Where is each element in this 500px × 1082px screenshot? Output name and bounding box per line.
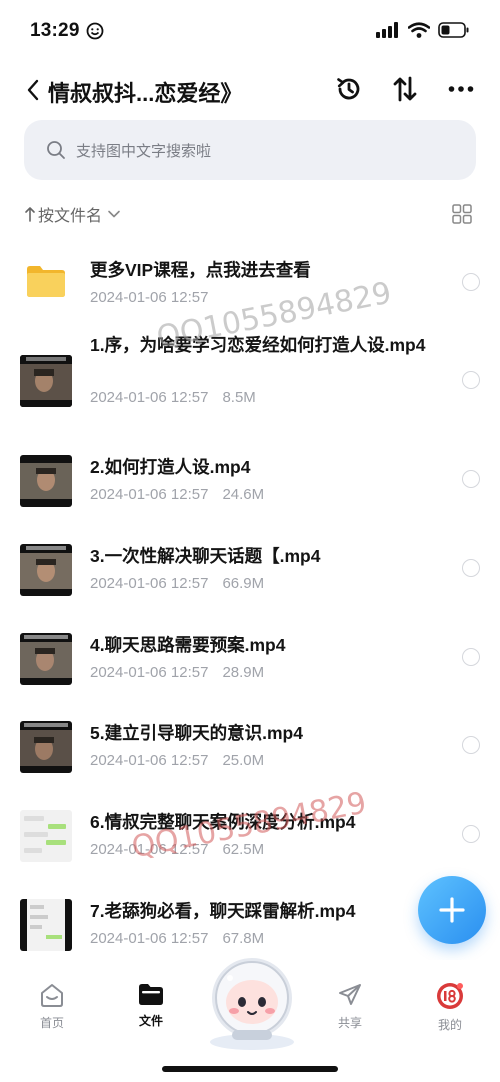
video-thumbnail [20, 354, 72, 407]
file-name: 7.老舔狗必看，聊天踩雷解析.mp4 [90, 900, 356, 921]
chevron-down-icon [108, 210, 120, 218]
file-size: 66.9M [222, 575, 265, 593]
tab-share[interactable]: 共享 [320, 982, 380, 1031]
history-button[interactable] [334, 74, 364, 104]
file-date: 2024-01-06 12:57 [90, 388, 209, 406]
signal-icon [376, 22, 398, 38]
file-name: 6.情叔完整聊天案例深度分析.mp4 [90, 812, 356, 833]
select-checkbox[interactable] [462, 736, 480, 755]
file-date: 2024-01-06 12:57 [90, 486, 209, 504]
file-meta: 2024-01-06 12:57 24.6M [90, 486, 264, 503]
tab-profile[interactable]: 我的 [420, 982, 480, 1033]
tab-label: 共享 [337, 1016, 362, 1030]
chat-screenshot-thumbnail [20, 810, 72, 863]
astronaut-mascot-icon [210, 958, 294, 1050]
list-item[interactable]: 6.情叔完整聊天案例深度分析.mp4 2024-01-06 12:57 62.5M [0, 788, 500, 877]
smiley-icon [86, 22, 104, 40]
list-item[interactable]: 2.如何打造人设.mp4 2024-01-06 12:57 24.6M [0, 433, 500, 522]
select-checkbox[interactable] [462, 647, 480, 666]
select-checkbox[interactable] [462, 273, 480, 291]
file-size: 24.6M [222, 486, 265, 504]
file-meta: 2024-01-06 12:57 [90, 289, 208, 306]
file-meta: 2024-01-06 12:57 67.8M [90, 930, 264, 947]
select-checkbox[interactable] [462, 559, 480, 578]
file-name: 4.聊天思路需要预案.mp4 [90, 634, 286, 655]
video-thumbnail [20, 721, 72, 774]
home-icon [41, 984, 63, 1007]
mascot-button[interactable] [204, 950, 300, 1050]
search-placeholder: 支持图中文字搜索啦 [76, 142, 212, 160]
file-list: 更多VIP课程，点我进去查看 2024-01-06 12:57 1.序，为啥要学… [0, 236, 500, 966]
file-date: 2024-01-06 12:57 [90, 289, 209, 306]
tab-home[interactable]: 首页 [22, 982, 82, 1031]
file-name: 1.序，为啥要学习恋爱经如何打造人设.mp4 [90, 334, 426, 355]
file-name: 3.一次性解决聊天话题【.mp4 [90, 546, 321, 567]
grid-icon [452, 204, 472, 224]
file-meta: 2024-01-06 12:57 66.9M [90, 575, 264, 592]
select-checkbox[interactable] [462, 370, 480, 389]
file-date: 2024-01-06 12:57 [90, 575, 209, 593]
select-checkbox[interactable] [462, 470, 480, 489]
list-item[interactable]: 更多VIP课程，点我进去查看 2024-01-06 12:57 [0, 236, 500, 325]
file-size: 25.0M [222, 752, 265, 770]
send-icon [339, 984, 361, 1005]
folder-icon [139, 984, 163, 1005]
file-date: 2024-01-06 12:57 [90, 929, 209, 947]
search-icon [47, 141, 65, 159]
sort-bar: 按文件名 [24, 200, 476, 228]
tab-bar: 首页 文件 共享 我的 [0, 958, 500, 1060]
sort-by-name-button[interactable]: 按文件名 [24, 202, 121, 226]
plus-icon [439, 897, 465, 923]
search-input[interactable]: 支持图中文字搜索啦 [24, 120, 476, 180]
chevron-left-icon [27, 79, 39, 101]
sort-button[interactable] [390, 74, 420, 104]
file-meta: 2024-01-06 12:57 62.5M [90, 841, 264, 858]
file-name: 更多VIP课程，点我进去查看 [90, 260, 311, 280]
list-item[interactable]: 5.建立引导聊天的意识.mp4 2024-01-06 12:57 25.0M [0, 699, 500, 788]
avatar [437, 983, 463, 1009]
wifi-icon [408, 22, 430, 38]
tab-label: 文件 [138, 1014, 163, 1028]
chat-screenshot-thumbnail [20, 898, 72, 951]
video-thumbnail [20, 632, 72, 685]
sort-label: 按文件名 [38, 208, 103, 225]
file-date: 2024-01-06 12:57 [90, 752, 209, 770]
file-size: 28.9M [222, 663, 265, 681]
list-item[interactable]: 1.序，为啥要学习恋爱经如何打造人设.mp4 2024-01-06 12:57 8… [0, 325, 500, 414]
status-time: 13:29 [30, 20, 80, 41]
tab-label: 首页 [39, 1016, 64, 1030]
page-title: 情叔叔抖...恋爱经》 [48, 81, 243, 106]
arrow-up-icon [25, 207, 35, 222]
video-thumbnail [20, 544, 72, 597]
more-button[interactable] [446, 74, 476, 104]
sort-arrows-icon [393, 76, 417, 102]
file-meta: 2024-01-06 12:57 8.5M [90, 389, 256, 406]
file-meta: 2024-01-06 12:57 28.9M [90, 664, 264, 681]
nav-bar: 情叔叔抖...恋爱经》 [0, 64, 500, 116]
select-checkbox[interactable] [462, 825, 480, 844]
add-button[interactable] [418, 876, 486, 944]
video-thumbnail [20, 455, 72, 508]
more-dots-icon [448, 86, 474, 92]
file-name: 2.如何打造人设.mp4 [90, 457, 251, 478]
file-size: 62.5M [222, 841, 265, 859]
file-size: 67.8M [222, 929, 265, 947]
file-date: 2024-01-06 12:57 [90, 841, 209, 859]
file-meta: 2024-01-06 12:57 25.0M [90, 752, 264, 769]
home-indicator [162, 1066, 338, 1072]
folder-icon [20, 258, 72, 310]
file-name: 5.建立引导聊天的意识.mp4 [90, 723, 303, 744]
list-item[interactable]: 4.聊天思路需要预案.mp4 2024-01-06 12:57 28.9M [0, 611, 500, 700]
back-button[interactable] [26, 76, 46, 104]
list-item[interactable]: 3.一次性解决聊天话题【.mp4 2024-01-06 12:57 66.9M [0, 522, 500, 611]
tab-label: 我的 [437, 1018, 462, 1032]
file-date: 2024-01-06 12:57 [90, 663, 209, 681]
battery-icon [438, 22, 469, 38]
history-icon [337, 78, 360, 100]
grid-view-button[interactable] [452, 204, 472, 224]
file-size: 8.5M [222, 388, 256, 406]
tab-files[interactable]: 文件 [121, 982, 181, 1029]
status-bar: 13:29 [0, 0, 500, 64]
